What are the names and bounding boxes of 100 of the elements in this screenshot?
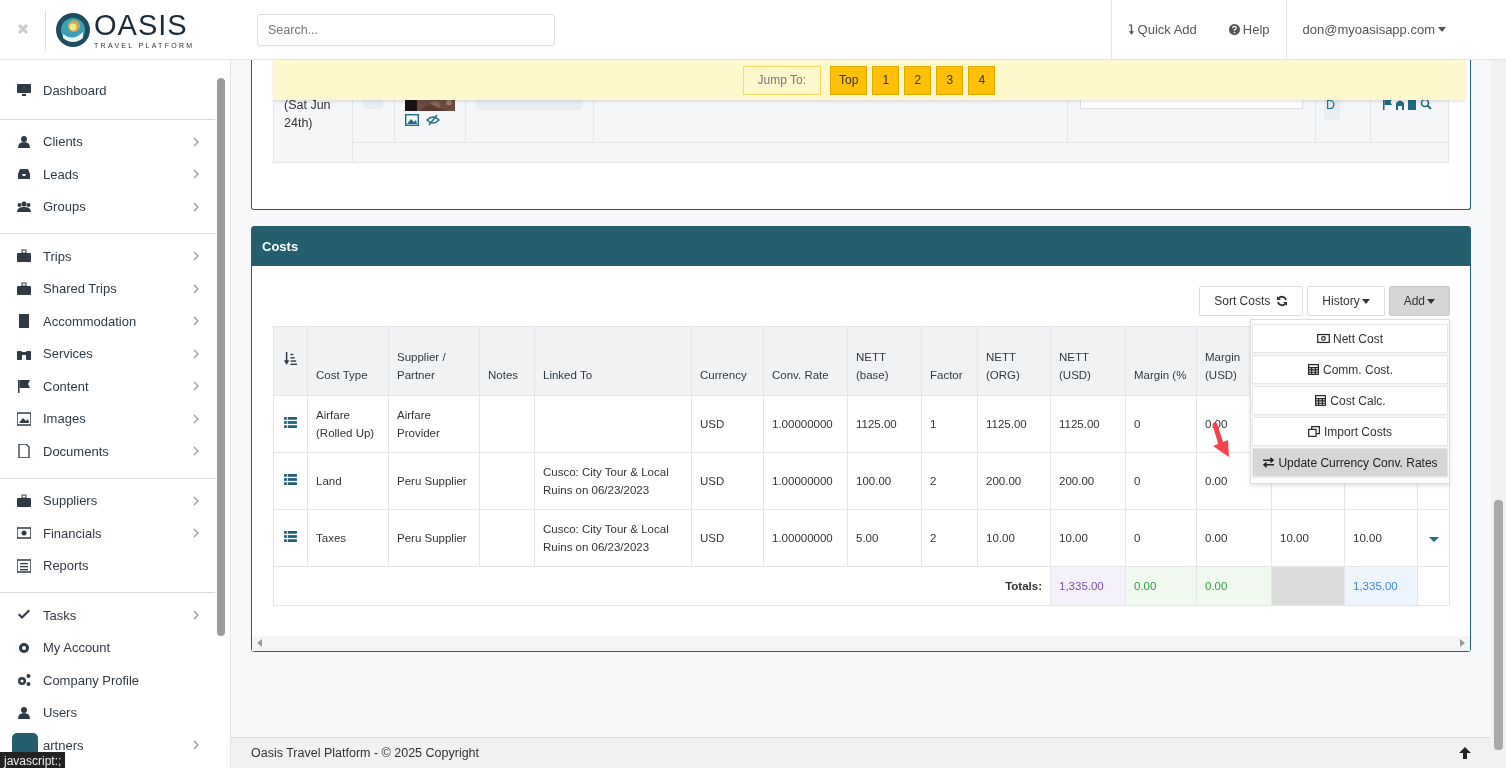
- column-header: NETT (base): [847, 326, 922, 396]
- user-menu[interactable]: don@myoasisapp.com: [1285, 0, 1506, 59]
- menu-item[interactable]: Nett Cost: [1252, 324, 1448, 353]
- gears-icon: [17, 673, 31, 688]
- menu-item[interactable]: Cost Calc.: [1252, 386, 1448, 415]
- table-cell: 0.00: [1205, 532, 1228, 544]
- status-text: D: [1324, 98, 1340, 120]
- table-cell: 100.00: [856, 475, 892, 487]
- column-header: NETT (ORG): [977, 326, 1051, 396]
- list-icon: [17, 558, 31, 573]
- sidebar-item[interactable]: Users: [0, 696, 215, 729]
- copyright-text: Oasis Travel Platform - © 2025 Copyright: [251, 746, 480, 760]
- sidebar-item[interactable]: Trips: [0, 240, 215, 273]
- column-header: Linked To: [534, 326, 692, 396]
- list-icon[interactable]: [284, 417, 297, 428]
- user-icon: [17, 705, 31, 720]
- table-cell: 200.00: [986, 475, 1022, 487]
- table-cell: Peru Supplier: [397, 532, 467, 544]
- image-icon: [17, 411, 31, 426]
- copy-icon: [1308, 426, 1321, 437]
- table-cell: Cusco: City Tour & Local Ruins on 06/23/2023: [543, 523, 669, 553]
- table-cell: Peru Supplier: [397, 475, 467, 487]
- jump-label: Jump To:: [742, 65, 822, 95]
- briefcase-icon: [17, 281, 31, 296]
- jump-link[interactable]: Top: [830, 65, 868, 95]
- sidebar-item[interactable]: Images: [0, 402, 215, 435]
- calculator-icon: [1314, 395, 1328, 406]
- table-cell: 1.00000000: [772, 418, 833, 430]
- arrow-up-icon[interactable]: [1459, 747, 1471, 759]
- caret-icon[interactable]: [1428, 537, 1439, 542]
- search-field[interactable]: Search...: [257, 13, 555, 46]
- input-field[interactable]: [1080, 100, 1303, 109]
- caret-icon: [1361, 298, 1370, 304]
- briefcase-icon: [17, 249, 31, 264]
- action-icons-drawing[interactable]: [1383, 98, 1433, 110]
- table-cell: Airfare Provider: [397, 409, 440, 439]
- sidebar-item[interactable]: Content: [0, 370, 215, 403]
- dropdown-button[interactable]: History: [1307, 286, 1385, 316]
- dropdown-button[interactable]: Add: [1388, 286, 1450, 316]
- logo-icon: [55, 11, 91, 48]
- menu-item[interactable]: Import Costs: [1252, 417, 1448, 446]
- download-arrow-icon: [1127, 24, 1135, 35]
- sort-button[interactable]: Sort Costs: [1199, 286, 1304, 316]
- table-cell: Cusco: City Tour & Local Ruins on 06/23/2023: [543, 466, 669, 496]
- sidebar-item[interactable]: Reports: [0, 549, 215, 582]
- sidebar-item[interactable]: Groups: [0, 190, 215, 223]
- column-header: Factor: [921, 326, 978, 396]
- jump-link[interactable]: 1: [872, 65, 900, 95]
- total-value: 1,335.00: [1353, 580, 1398, 592]
- total-value: 1,335.00: [1059, 580, 1104, 592]
- caret-icon: [1427, 298, 1435, 304]
- table-cell: 1: [930, 418, 937, 430]
- scrollbar[interactable]: [1491, 60, 1506, 768]
- table-cell: 2: [930, 475, 937, 487]
- quick-add-link[interactable]: Quick Add: [1110, 0, 1213, 59]
- help-link[interactable]: Help: [1212, 0, 1286, 59]
- date-text: (Sat Jun 24th): [284, 97, 332, 132]
- table-cell: 0.00: [1205, 475, 1228, 487]
- sidebar-item[interactable]: Shared Trips: [0, 272, 215, 305]
- column-header: Cost Type: [307, 326, 389, 396]
- eye-slash-icon[interactable]: [426, 114, 440, 126]
- sidebar-item[interactable]: Services: [0, 337, 215, 370]
- flag-icon: [17, 379, 31, 394]
- total-value: 0.00: [1134, 580, 1157, 592]
- file-icon: [17, 444, 31, 459]
- sidebar-item[interactable]: My Account: [0, 631, 215, 664]
- list-icon[interactable]: [284, 474, 297, 485]
- menu-item[interactable]: Comm. Cost.: [1252, 355, 1448, 384]
- sidebar-item[interactable]: Clients: [0, 125, 215, 158]
- sidebar-item[interactable]: Accommodation: [0, 305, 215, 338]
- menu-item[interactable]: Update Currency Conv. Rates: [1252, 448, 1448, 477]
- chip: [363, 100, 383, 109]
- table-cell: 1125.00: [1059, 418, 1100, 430]
- image-icon[interactable]: [405, 114, 419, 126]
- sidebar-item[interactable]: Leads: [0, 158, 215, 191]
- list-icon[interactable]: [284, 531, 297, 542]
- inbox-icon: [17, 167, 31, 182]
- sidebar-item[interactable]: Documents: [0, 435, 215, 468]
- jump-link[interactable]: 2: [904, 65, 932, 95]
- sidebar-item[interactable]: Company Profile: [0, 664, 215, 697]
- caret-icon: [1438, 27, 1446, 32]
- sidebar-item[interactable]: Suppliers: [0, 484, 215, 517]
- table-cell: 10.00: [1059, 532, 1088, 544]
- sidebar-item[interactable]: Financials: [0, 517, 215, 550]
- jump-link[interactable]: 3: [936, 65, 964, 95]
- logo-text: OASIS: [94, 10, 189, 40]
- column-header: Currency: [691, 326, 764, 396]
- totals-label: Totals:: [1005, 580, 1042, 592]
- users-icon: [17, 199, 31, 214]
- sidebar-item[interactable]: Tasks: [0, 599, 215, 632]
- card-title: Costs: [262, 239, 299, 254]
- money-icon: [1317, 333, 1330, 344]
- scrollbar[interactable]: [252, 636, 1470, 651]
- column-header: Notes: [479, 326, 535, 396]
- refresh-icon: [1276, 295, 1289, 307]
- briefcase-icon: [17, 493, 31, 508]
- sidebar-item[interactable]: Dashboard: [0, 74, 215, 107]
- jump-link[interactable]: 4: [968, 65, 996, 95]
- building-icon: [17, 314, 31, 329]
- table-cell: 0: [1134, 418, 1141, 430]
